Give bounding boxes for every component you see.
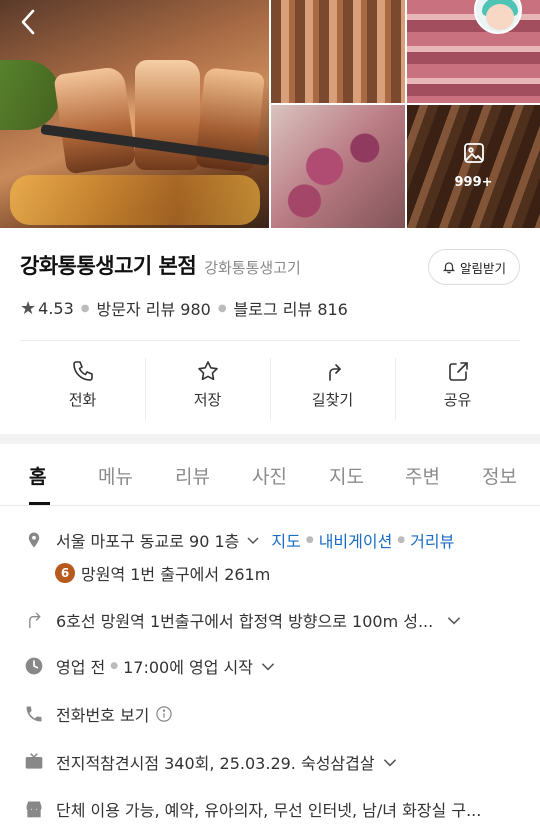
place-header: 강화통통생고기 본점 강화통통생고기 bbox=[20, 250, 301, 280]
image-icon bbox=[463, 143, 484, 163]
chevron-left-icon bbox=[21, 9, 35, 35]
action-bar: 전화 저장 길찾기 공유 bbox=[20, 348, 520, 420]
chevron-down-icon[interactable] bbox=[245, 532, 261, 548]
share-icon bbox=[448, 361, 468, 381]
chevron-down-icon[interactable] bbox=[259, 657, 277, 675]
star-icon bbox=[197, 360, 218, 380]
tab-home[interactable]: 홈 bbox=[29, 462, 46, 489]
alarm-button[interactable]: 알림받기 bbox=[428, 249, 520, 285]
address-row: 서울 마포구 동교로 90 1층 지도 ● 내비게이션 ● 거리뷰 bbox=[24, 528, 454, 552]
phone-text: 전화번호 보기 bbox=[56, 706, 150, 725]
route-arrow-icon bbox=[24, 610, 44, 630]
phone-icon bbox=[72, 360, 93, 381]
directions-button[interactable]: 길찾기 bbox=[270, 348, 395, 420]
subway-line-badge: 6 bbox=[55, 563, 75, 583]
location-pin-icon bbox=[24, 530, 44, 550]
save-button[interactable]: 저장 bbox=[145, 348, 270, 420]
tab-bar: 홈 메뉴 리뷰 사진 지도 주변 정보 bbox=[0, 444, 540, 506]
tv-icon bbox=[24, 752, 44, 772]
active-tab-indicator bbox=[29, 502, 50, 505]
directions-text: 6호선 망원역 1번출구에서 합정역 방향으로 100m 성... bbox=[56, 612, 434, 631]
back-button[interactable] bbox=[12, 6, 44, 38]
photo-thumb-more[interactable]: 999+ bbox=[407, 105, 540, 228]
info-icon[interactable] bbox=[155, 705, 173, 723]
facilities-text: 단체 이용 가능, 예약, 유아의자, 무선 인터넷, 남/녀 화장실 구... bbox=[56, 801, 482, 820]
divider bbox=[20, 340, 520, 341]
bell-icon bbox=[442, 262, 456, 274]
tv-row[interactable]: 전지적참견시점 340회, 25.03.29. 숙성삼겹살 bbox=[24, 750, 399, 774]
tv-text: 전지적참견시점 340회, 25.03.29. 숙성삼겹살 bbox=[56, 754, 375, 773]
rating: 4.53 bbox=[38, 298, 74, 318]
hours-status: 영업 전 bbox=[56, 658, 106, 677]
tab-info[interactable]: 정보 bbox=[482, 462, 517, 489]
blog-reviews-link[interactable]: 블로그 리뷰 816 bbox=[234, 296, 348, 320]
call-button[interactable]: 전화 bbox=[20, 348, 145, 420]
map-link[interactable]: 지도 bbox=[271, 528, 300, 552]
share-button[interactable]: 공유 bbox=[395, 348, 520, 420]
chevron-down-icon[interactable] bbox=[445, 611, 463, 629]
address-text[interactable]: 서울 마포구 동교로 90 1층 bbox=[56, 528, 239, 552]
facilities-row[interactable]: 단체 이용 가능, 예약, 유아의자, 무선 인터넷, 남/녀 화장실 구... bbox=[24, 797, 481, 821]
street-view-link[interactable]: 거리뷰 bbox=[410, 528, 454, 552]
directions-icon bbox=[328, 363, 341, 381]
subway-info: 6 망원역 1번 출구에서 261m bbox=[55, 561, 270, 585]
store-icon bbox=[24, 799, 44, 819]
tab-reviews[interactable]: 리뷰 bbox=[175, 462, 210, 489]
hours-text: 17:00에 영업 시작 bbox=[123, 658, 253, 677]
section-gap bbox=[0, 434, 540, 444]
rating-star-icon: ★ bbox=[20, 297, 37, 319]
photo-thumb-3[interactable] bbox=[271, 105, 405, 228]
phone-icon bbox=[24, 704, 44, 724]
photo-grid: 999+ bbox=[0, 0, 540, 228]
tab-menu[interactable]: 메뉴 bbox=[98, 462, 133, 489]
phone-row[interactable]: 전화번호 보기 bbox=[24, 702, 173, 726]
tab-photos[interactable]: 사진 bbox=[252, 462, 287, 489]
chevron-down-icon[interactable] bbox=[381, 753, 399, 771]
photo-thumb-1[interactable] bbox=[271, 0, 405, 103]
subway-text: 망원역 1번 출구에서 261m bbox=[81, 565, 271, 584]
tab-map[interactable]: 지도 bbox=[329, 462, 364, 489]
clock-icon bbox=[24, 656, 44, 676]
directions-row[interactable]: 6호선 망원역 1번출구에서 합정역 방향으로 100m 성... bbox=[24, 608, 463, 632]
place-name: 강화통통생고기 본점 bbox=[20, 254, 197, 278]
place-category: 강화통통생고기 bbox=[204, 259, 301, 277]
photo-count: 999+ bbox=[454, 175, 493, 190]
hours-row[interactable]: 영업 전 ● 17:00에 영업 시작 bbox=[24, 654, 277, 678]
alarm-label: 알림받기 bbox=[459, 260, 506, 276]
tab-nearby[interactable]: 주변 bbox=[405, 462, 440, 489]
visitor-reviews-link[interactable]: 방문자 리뷰 980 bbox=[97, 296, 211, 320]
navigation-link[interactable]: 내비게이션 bbox=[319, 528, 393, 552]
review-summary: ★ 4.53 ● 방문자 리뷰 980 ● 블로그 리뷰 816 bbox=[20, 296, 348, 320]
